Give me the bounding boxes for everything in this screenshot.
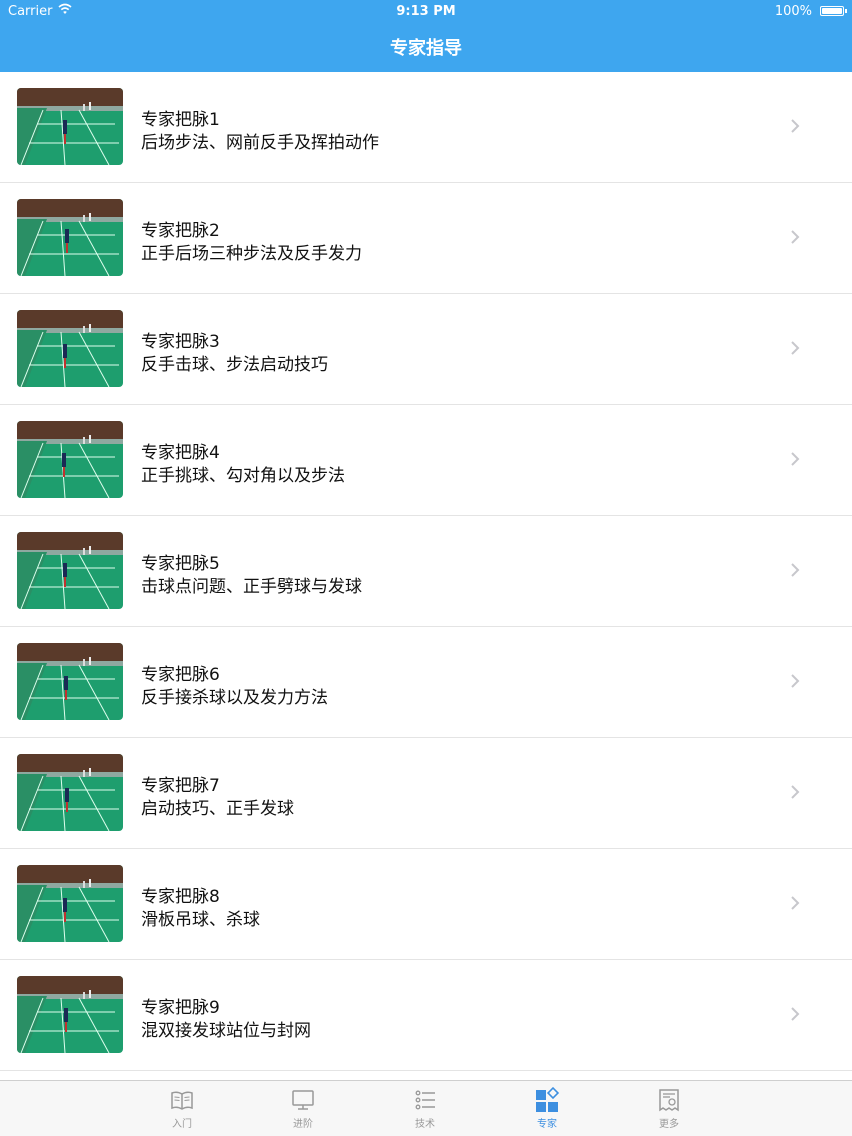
tab-bar: 入门 进阶 技术 专家 更多 xyxy=(0,1080,852,1136)
battery-icon xyxy=(820,6,847,16)
tab-label: 更多 xyxy=(659,1119,679,1130)
item-subtitle: 启动技巧、正手发球 xyxy=(141,799,294,819)
list-icon xyxy=(415,1090,435,1110)
clock: 9:13 PM xyxy=(396,4,456,19)
chevron-right-icon xyxy=(791,674,800,688)
item-title: 专家把脉1 xyxy=(141,110,220,130)
list-item[interactable]: 专家把脉7 启动技巧、正手发球 xyxy=(0,738,852,849)
tab-label: 进阶 xyxy=(293,1119,313,1130)
list-item[interactable]: 专家把脉9 混双接发球站位与封网 xyxy=(0,960,852,1071)
tab-label: 专家 xyxy=(537,1119,557,1130)
book-icon xyxy=(171,1091,193,1110)
item-subtitle: 后场步法、网前反手及挥拍动作 xyxy=(141,133,379,153)
list-item[interactable]: 专家把脉6 反手接杀球以及发力方法 xyxy=(0,627,852,738)
chevron-right-icon xyxy=(791,452,800,466)
item-subtitle: 正手挑球、勾对角以及步法 xyxy=(141,466,345,486)
video-thumbnail xyxy=(17,532,123,609)
list-item[interactable]: 专家把脉8 滑板吊球、杀球 xyxy=(0,849,852,960)
tab-technique[interactable]: 技术 xyxy=(395,1087,455,1135)
item-title: 专家把脉7 xyxy=(141,776,220,796)
certificate-icon xyxy=(659,1089,679,1112)
tab-advanced[interactable]: 进阶 xyxy=(273,1087,333,1135)
item-subtitle: 正手后场三种步法及反手发力 xyxy=(141,244,362,264)
item-subtitle: 滑板吊球、杀球 xyxy=(141,910,260,930)
video-thumbnail xyxy=(17,865,123,942)
video-thumbnail xyxy=(17,976,123,1053)
chevron-right-icon xyxy=(791,230,800,244)
chevron-right-icon xyxy=(791,896,800,910)
item-title: 专家把脉8 xyxy=(141,887,220,907)
chevron-right-icon xyxy=(791,785,800,799)
list-item[interactable]: 专家把脉2 正手后场三种步法及反手发力 xyxy=(0,183,852,294)
chevron-right-icon xyxy=(791,1007,800,1021)
status-bar: Carrier 9:13 PM 100% xyxy=(0,0,852,26)
video-thumbnail xyxy=(17,199,123,276)
expert-video-list[interactable]: 专家把脉1 后场步法、网前反手及挥拍动作 专家把脉2 正手后场三种步法及反手发力… xyxy=(0,72,852,1080)
item-subtitle: 反手击球、步法启动技巧 xyxy=(141,355,328,375)
item-title: 专家把脉9 xyxy=(141,998,220,1018)
item-title: 专家把脉6 xyxy=(141,665,220,685)
battery-percent: 100% xyxy=(774,4,812,19)
item-title: 专家把脉3 xyxy=(141,332,220,352)
monitor-icon xyxy=(292,1090,314,1110)
item-title: 专家把脉5 xyxy=(141,554,220,574)
tab-expert[interactable]: 专家 xyxy=(517,1087,577,1135)
video-thumbnail xyxy=(17,754,123,831)
list-item[interactable]: 专家把脉3 反手击球、步法启动技巧 xyxy=(0,294,852,405)
page-title: 专家指导 xyxy=(390,38,462,59)
item-subtitle: 击球点问题、正手劈球与发球 xyxy=(141,577,362,597)
video-thumbnail xyxy=(17,421,123,498)
chevron-right-icon xyxy=(791,563,800,577)
list-item[interactable]: 专家把脉5 击球点问题、正手劈球与发球 xyxy=(0,516,852,627)
item-subtitle: 反手接杀球以及发力方法 xyxy=(141,688,328,708)
list-item[interactable] xyxy=(0,1071,852,1080)
tab-label: 入门 xyxy=(172,1119,192,1130)
grid-icon xyxy=(536,1087,560,1112)
video-thumbnail xyxy=(17,88,123,165)
chevron-right-icon xyxy=(791,341,800,355)
navigation-bar: Carrier 9:13 PM 100% 专家指导 xyxy=(0,0,852,72)
item-subtitle: 混双接发球站位与封网 xyxy=(141,1021,311,1041)
tab-label: 技术 xyxy=(415,1119,435,1130)
tab-more[interactable]: 更多 xyxy=(639,1087,699,1135)
video-thumbnail xyxy=(17,643,123,720)
item-title: 专家把脉2 xyxy=(141,221,220,241)
item-title: 专家把脉4 xyxy=(141,443,220,463)
chevron-right-icon xyxy=(791,119,800,133)
tab-beginner[interactable]: 入门 xyxy=(152,1087,212,1135)
list-item[interactable]: 专家把脉4 正手挑球、勾对角以及步法 xyxy=(0,405,852,516)
list-item[interactable]: 专家把脉1 后场步法、网前反手及挥拍动作 xyxy=(0,72,852,183)
video-thumbnail xyxy=(17,310,123,387)
